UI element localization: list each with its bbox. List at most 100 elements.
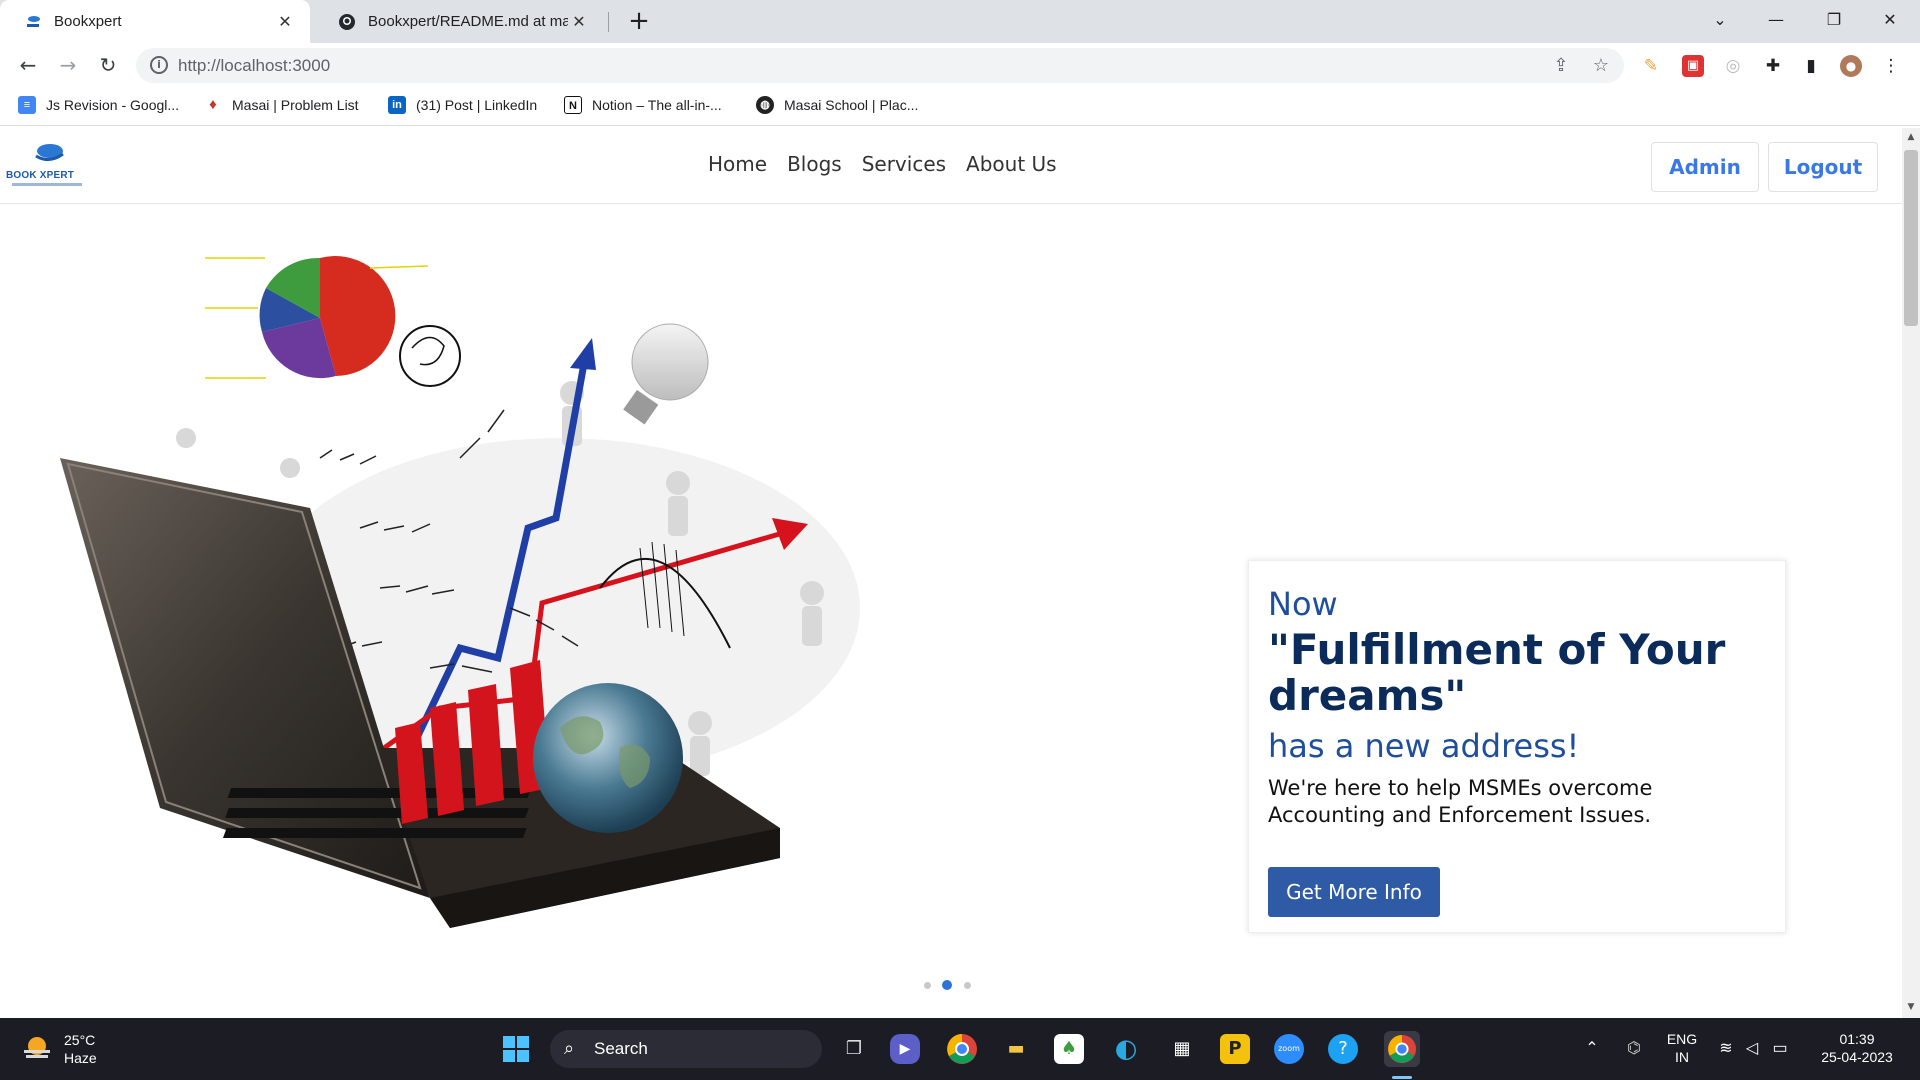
masai-icon: ♦ <box>204 96 222 114</box>
nav-about-us[interactable]: About Us <box>966 152 1057 176</box>
windows-start-icon[interactable] <box>498 1031 534 1067</box>
tab-bookxpert[interactable]: Bookxpert ✕ <box>0 0 310 43</box>
bookxpert-logo[interactable]: BOOK XPERT <box>6 142 86 190</box>
carousel-dot-2[interactable] <box>942 980 952 990</box>
chrome-active-icon[interactable] <box>1384 1031 1420 1067</box>
logo-tagline <box>12 183 82 186</box>
extension-red-icon[interactable]: ▣ <box>1682 55 1704 77</box>
bookmark-linkedin[interactable]: in (31) Post | LinkedIn <box>388 96 537 114</box>
minimize-button[interactable]: — <box>1752 0 1800 43</box>
bookmark-star-icon[interactable]: ☆ <box>1590 55 1612 77</box>
wifi-icon[interactable]: ≋ <box>1716 1018 1736 1080</box>
url-text[interactable]: http://localhost:3000 <box>178 56 330 76</box>
side-panel-icon[interactable]: ▮ <box>1800 55 1822 77</box>
battery-icon[interactable]: ▭ <box>1768 1018 1792 1080</box>
color-picker-extension-icon[interactable]: ✎ <box>1640 55 1662 77</box>
tab-separator <box>608 12 609 32</box>
carousel-dot-3[interactable] <box>964 982 971 989</box>
bookmark-label: Js Revision - Googl... <box>46 97 180 113</box>
bookxpert-favicon-icon <box>27 15 40 27</box>
admin-button[interactable]: Admin <box>1651 142 1759 192</box>
search-label: Search <box>594 1039 648 1058</box>
taskbar-search-box[interactable]: ⌕ Search <box>550 1030 822 1068</box>
extensions-puzzle-icon[interactable]: ✚ <box>1762 55 1784 77</box>
clock[interactable]: 01:39 25-04-2023 <box>1814 1030 1900 1066</box>
tab-strip: Bookxpert ✕ Bookxpert/README.md at main … <box>0 0 1920 43</box>
lang-top: ENG <box>1666 1031 1698 1047</box>
tab-search-dropdown-icon[interactable]: ⌄ <box>1696 0 1744 43</box>
scroll-down-icon[interactable]: ▼ <box>1904 1002 1918 1016</box>
logout-button[interactable]: Logout <box>1768 142 1878 192</box>
teams-chat-icon[interactable]: ▶ <box>890 1034 920 1064</box>
share-icon[interactable]: ⇪ <box>1550 55 1572 77</box>
profile-avatar[interactable]: ● <box>1840 55 1862 77</box>
bookmark-masai-placements[interactable]: ◍ Masai School | Plac... <box>756 96 918 114</box>
globe-icon: ◍ <box>756 96 774 114</box>
browser-toolbar: ← → ↻ i http://localhost:3000 ⇪ ☆ ✎ ▣ ◎ … <box>0 43 1920 88</box>
language-indicator[interactable]: ENG IN <box>1664 1030 1700 1066</box>
bookmark-masai-problem-list[interactable]: ♦ Masai | Problem List <box>204 96 359 114</box>
get-help-icon[interactable]: ? <box>1328 1034 1358 1064</box>
hero-description: We're here to help MSMEs overcome Accoun… <box>1268 776 1653 827</box>
github-icon <box>339 13 355 30</box>
reload-icon[interactable]: ↻ <box>92 49 124 81</box>
get-more-info-button[interactable]: Get More Info <box>1268 867 1440 917</box>
nav-services[interactable]: Services <box>862 152 946 176</box>
nav-blogs[interactable]: Blogs <box>787 152 842 176</box>
bookmarks-bar: ≡ Js Revision - Googl... ♦ Masai | Probl… <box>0 88 1920 126</box>
linkedin-icon: in <box>388 96 406 114</box>
bookmark-label: Notion – The all-in-... <box>592 97 722 113</box>
site-header: BOOK XPERT Home Blogs Services About Us … <box>0 128 1902 204</box>
bookmark-notion[interactable]: N Notion – The all-in-... <box>564 96 722 114</box>
clock-time: 01:39 <box>1839 1031 1875 1047</box>
address-bar[interactable]: i http://localhost:3000 ⇪ ☆ <box>136 48 1624 83</box>
bookmark-label: Masai School | Plac... <box>784 97 919 113</box>
tab-title: Bookxpert/README.md at main · <box>368 13 568 30</box>
back-arrow-icon[interactable]: ← <box>12 49 44 81</box>
hero-info-card: Now "Fulfillment of Your dreams" has a n… <box>1248 560 1786 933</box>
close-tab-icon[interactable]: ✕ <box>274 12 296 32</box>
weather-widget[interactable]: 25°C Haze <box>22 1030 132 1070</box>
hero-laptop-illustration <box>60 256 860 928</box>
carousel-indicators <box>924 980 974 990</box>
weather-condition: Haze <box>64 1050 97 1066</box>
carousel-dot-1[interactable] <box>924 982 931 989</box>
bookmark-js-revision[interactable]: ≡ Js Revision - Googl... <box>18 96 179 114</box>
mongodb-compass-icon[interactable]: ♠ <box>1054 1034 1084 1064</box>
tab-title: Bookxpert <box>54 13 122 30</box>
hero-now-text: Now <box>1268 585 1338 623</box>
postman-like-app-icon[interactable]: P <box>1220 1034 1250 1064</box>
logo-book-icon <box>35 144 64 161</box>
show-hidden-icons-chevron-icon[interactable]: ⌃ <box>1582 1018 1602 1080</box>
more-menu-icon[interactable]: ⋮ <box>1880 55 1902 77</box>
restore-button[interactable]: ❐ <box>1810 0 1858 43</box>
bookmark-label: (31) Post | LinkedIn <box>416 97 538 113</box>
new-tab-button[interactable]: + <box>624 7 654 37</box>
site-info-icon[interactable]: i <box>150 56 168 74</box>
file-explorer-icon[interactable]: ▬ <box>998 1031 1034 1067</box>
logo-text: BOOK XPERT <box>6 170 75 181</box>
zoom-icon[interactable]: zoom <box>1274 1034 1304 1064</box>
hero-address-text: has a new address! <box>1268 727 1580 765</box>
nav-home[interactable]: Home <box>708 152 767 176</box>
weather-temperature: 25°C <box>64 1032 96 1048</box>
haze-weather-icon <box>24 1037 50 1058</box>
extension-circle-icon[interactable]: ◎ <box>1722 55 1744 77</box>
bookmark-label: Masai | Problem List <box>232 97 359 113</box>
tab-github-readme[interactable]: Bookxpert/README.md at main · ✕ <box>314 0 604 43</box>
clock-date: 25-04-2023 <box>1821 1049 1893 1065</box>
docs-icon: ≡ <box>18 96 36 114</box>
volume-muted-icon[interactable]: ◁ <box>1742 1018 1762 1080</box>
close-tab-icon[interactable]: ✕ <box>568 12 590 32</box>
forward-arrow-icon[interactable]: → <box>52 49 84 81</box>
page-viewport: BOOK XPERT Home Blogs Services About Us … <box>0 128 1902 1018</box>
network-off-icon[interactable]: ⌬ <box>1622 1018 1646 1080</box>
close-window-button[interactable]: ✕ <box>1866 0 1914 43</box>
microsoft-store-icon[interactable]: ▦ <box>1164 1031 1200 1067</box>
scroll-up-icon[interactable]: ▲ <box>1904 132 1918 146</box>
lang-bottom: IN <box>1675 1049 1689 1065</box>
scrollbar-thumb[interactable] <box>1904 150 1918 326</box>
chrome-icon[interactable] <box>944 1031 980 1067</box>
task-view-icon[interactable]: ❐ <box>836 1031 872 1067</box>
edge-icon[interactable]: ◐ <box>1108 1031 1144 1067</box>
